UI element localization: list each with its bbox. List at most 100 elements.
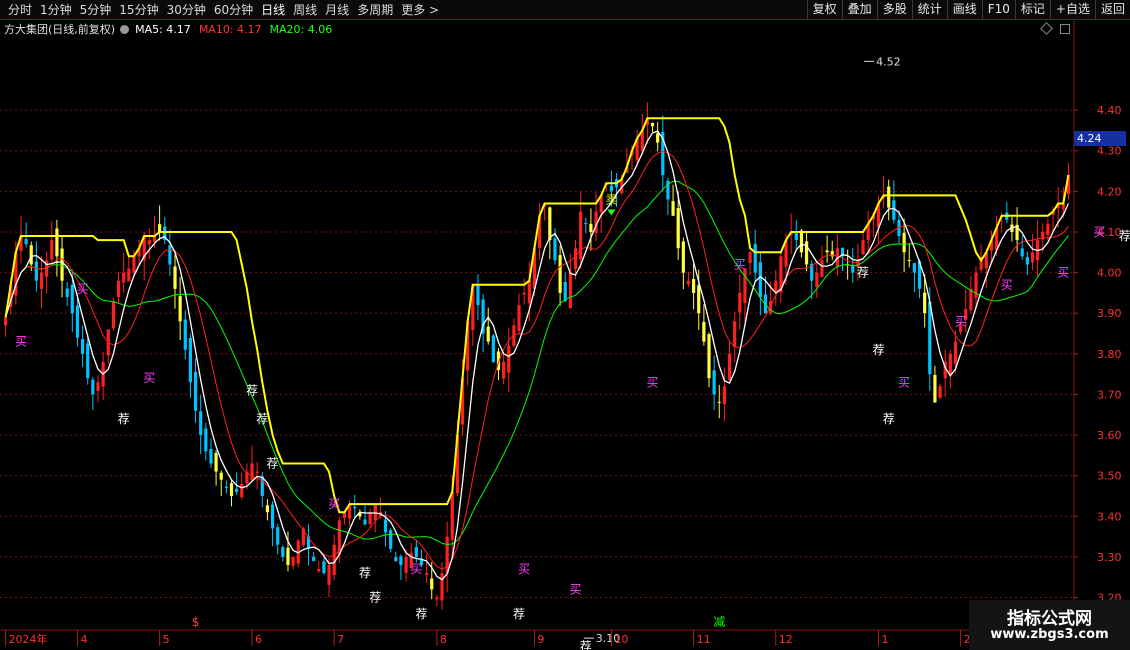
signal-label: 荐 [369, 591, 381, 605]
candle-body [322, 561, 326, 574]
candle-body [445, 536, 449, 574]
candle-body [1020, 248, 1024, 257]
y-tick-label: 3.30 [1097, 551, 1122, 564]
candle-body [24, 239, 28, 245]
candle-body [686, 280, 691, 285]
candle-body [820, 260, 824, 277]
candle-body [717, 401, 721, 403]
signal-label: 买 [518, 562, 530, 576]
x-tick-label: 1 [881, 633, 888, 646]
kline-chart[interactable]: 4.404.304.204.104.003.903.803.703.603.50… [0, 0, 1130, 650]
candle-body [389, 530, 393, 549]
candle-body [327, 565, 331, 585]
candle-body [928, 301, 932, 375]
candle-body [240, 483, 244, 498]
candle-body [825, 250, 829, 253]
candle-body [948, 353, 952, 375]
candles [3, 102, 1071, 610]
candle-body [75, 305, 80, 338]
candle-body [722, 386, 727, 404]
y-tick-label: 3.60 [1097, 429, 1122, 442]
candle-body [127, 268, 131, 282]
candle-body [912, 263, 916, 273]
y-tick-label: 3.90 [1097, 307, 1122, 320]
x-tick-label: 9 [537, 633, 544, 646]
candle-body [707, 334, 711, 379]
candle-body [774, 280, 778, 292]
candle-body [3, 317, 8, 326]
candle-body [563, 282, 567, 302]
candle-body [373, 504, 377, 521]
candle-body [183, 319, 187, 350]
candle-body [60, 248, 64, 281]
candle-body [383, 519, 388, 533]
candle-body [276, 527, 280, 545]
y-tick-label: 3.70 [1097, 388, 1122, 401]
ma10-value: MA10: 4.17 [198, 22, 262, 36]
candle-body [748, 252, 752, 264]
x-tick-label: 8 [440, 633, 447, 646]
candle-body [168, 245, 172, 265]
y-tick-label: 4.00 [1097, 267, 1122, 280]
candle-body [224, 486, 228, 488]
stock-title[interactable]: 方大集团(日线,前复权) [4, 21, 115, 37]
ma5-value: MA5: 4.17 [135, 22, 191, 36]
signal-label: 荐 [118, 412, 130, 426]
candle-body [558, 255, 562, 293]
signal-label: 荐 [1119, 229, 1130, 243]
signal-label: 买 [328, 497, 340, 511]
candle-body [286, 547, 290, 566]
candle-body [568, 272, 572, 309]
candle-body [50, 240, 54, 260]
ma20-value: MA20: 4.06 [269, 22, 333, 36]
candle-body [527, 280, 531, 304]
candle-body [414, 547, 418, 557]
candle-body [178, 296, 182, 322]
candle-body [476, 284, 480, 306]
candle-body [29, 245, 33, 265]
candle-body [491, 335, 495, 362]
signal-label: 买 [410, 562, 422, 576]
y-tick-label: 3.80 [1097, 348, 1122, 361]
candle-body [353, 506, 357, 509]
candle-body [219, 472, 223, 480]
candle-body [91, 379, 95, 395]
candle-body [681, 241, 685, 273]
candle-body [502, 361, 506, 379]
candle-body [270, 504, 275, 529]
candle-body [34, 261, 38, 281]
y-tick-label: 4.40 [1097, 104, 1122, 117]
candle-body [425, 573, 429, 576]
x-tick-label: 7 [337, 633, 344, 646]
square-icon[interactable] [1060, 24, 1070, 34]
signal-label: 买 [647, 375, 659, 389]
candle-body [697, 285, 701, 314]
y-tick-label: 3.50 [1097, 470, 1122, 483]
candle-body [363, 519, 367, 525]
signal-label: 荐 [246, 383, 258, 397]
signal-label: 荐 [580, 639, 592, 650]
x-tick-label: 12 [779, 633, 793, 646]
candle-body [193, 371, 198, 411]
candle-body [953, 341, 958, 364]
high-price-label: 4.52 [876, 55, 901, 68]
candle-body [404, 556, 408, 573]
candle-body [933, 374, 937, 403]
ma10-line [5, 150, 1069, 570]
candle-body [758, 262, 762, 297]
candle-body [553, 238, 557, 261]
signal-label: 荐 [857, 266, 869, 280]
candle-body [80, 338, 85, 354]
candle-body [312, 556, 316, 561]
candle-body [199, 411, 203, 436]
x-tick-label: 11 [697, 633, 711, 646]
candle-body [671, 201, 675, 216]
settings-dot-icon[interactable] [120, 24, 130, 34]
x-tick-label: 4 [80, 633, 87, 646]
indicator-info-bar: 方大集团(日线,前复权) MA5: 4.17 MA10: 4.17 MA20: … [0, 21, 340, 37]
candle-body [265, 505, 270, 513]
watermark-url: www.zbgs3.com [990, 627, 1109, 642]
candle-body [753, 244, 757, 273]
signal-line [4, 117, 1070, 514]
candle-body [291, 556, 295, 566]
